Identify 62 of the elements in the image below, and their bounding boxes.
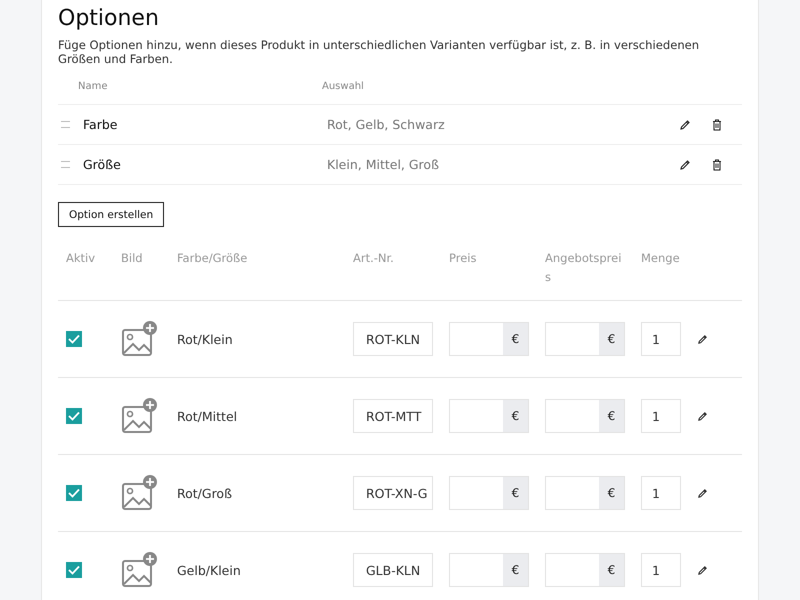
- drag-handle-icon[interactable]: [61, 161, 70, 168]
- option-values: Rot, Gelb, Schwarz: [326, 117, 446, 132]
- sku-field[interactable]: ROT-XN-G: [353, 476, 433, 510]
- trash-icon[interactable]: [712, 158, 722, 170]
- sku-field[interactable]: ROT-KLN: [353, 322, 433, 356]
- quantity-field[interactable]: 1: [641, 553, 681, 587]
- sku-field[interactable]: ROT-MTT: [353, 399, 433, 433]
- pencil-icon[interactable]: [697, 334, 708, 344]
- section-title: Optionen: [58, 5, 160, 33]
- column-header: Aktiv: [66, 250, 96, 267]
- sale-price-field[interactable]: €: [545, 322, 625, 356]
- pencil-icon[interactable]: [697, 564, 708, 576]
- quantity-field[interactable]: 1: [641, 476, 681, 510]
- sale-price-field[interactable]: €: [545, 399, 625, 433]
- column-header: Preis: [449, 250, 478, 267]
- sale-price-field[interactable]: €: [545, 476, 625, 510]
- currency-addon: €: [599, 400, 624, 432]
- price-field[interactable]: €: [449, 399, 529, 433]
- price-field[interactable]: €: [449, 476, 529, 510]
- add-image-icon[interactable]: [121, 475, 157, 511]
- create-option-button[interactable]: Option erstellen: [58, 202, 164, 227]
- trash-icon[interactable]: [712, 118, 722, 130]
- variant-name: Gelb/Klein: [177, 562, 242, 578]
- checkbox[interactable]: [66, 485, 82, 501]
- sku-field[interactable]: GLB-KLN: [353, 553, 433, 587]
- option-values: Klein, Mittel, Groß: [326, 157, 440, 172]
- pencil-icon[interactable]: [697, 410, 708, 422]
- column-header: Menge: [641, 250, 681, 267]
- sale-price-field[interactable]: €: [545, 553, 625, 587]
- quantity-field[interactable]: 1: [641, 322, 681, 356]
- option-name: Größe: [83, 157, 122, 172]
- column-header: Angebotspreis: [545, 250, 622, 286]
- pencil-icon[interactable]: [679, 158, 691, 170]
- drag-handle-icon[interactable]: [61, 121, 70, 128]
- variant-name: Rot/Mittel: [177, 408, 238, 424]
- column-header: Art.-Nr.: [353, 250, 395, 267]
- column-header: Bild: [121, 250, 144, 267]
- checkbox[interactable]: [66, 562, 82, 578]
- currency-addon: €: [503, 400, 528, 432]
- pencil-icon[interactable]: [697, 488, 708, 498]
- add-image-icon[interactable]: [121, 552, 157, 588]
- section-description: Füge Optionen hinzu, wenn dieses Produkt in unterschiedlichen Varianten verfügbar ist, z. B. in verschiedenen Größen und Farben.: [58, 38, 700, 66]
- column-header: Name: [78, 80, 109, 94]
- add-image-icon[interactable]: [121, 321, 157, 357]
- currency-addon: €: [599, 554, 624, 586]
- quantity-field[interactable]: 1: [641, 399, 681, 433]
- checkbox[interactable]: [66, 408, 82, 424]
- currency-addon: €: [599, 477, 624, 509]
- column-header: Auswahl: [322, 80, 365, 94]
- currency-addon: €: [599, 323, 624, 355]
- checkbox[interactable]: [66, 331, 82, 347]
- price-field[interactable]: €: [449, 322, 529, 356]
- currency-addon: €: [503, 477, 528, 509]
- variant-name: Rot/Klein: [177, 332, 234, 346]
- pencil-icon[interactable]: [679, 118, 691, 130]
- option-name: Farbe: [83, 117, 118, 132]
- price-field[interactable]: €: [449, 553, 529, 587]
- column-header: Farbe/Größe: [177, 250, 248, 267]
- currency-addon: €: [503, 323, 528, 355]
- variant-name: Rot/Groß: [177, 486, 233, 500]
- currency-addon: €: [503, 554, 528, 586]
- add-image-icon[interactable]: [121, 398, 157, 434]
